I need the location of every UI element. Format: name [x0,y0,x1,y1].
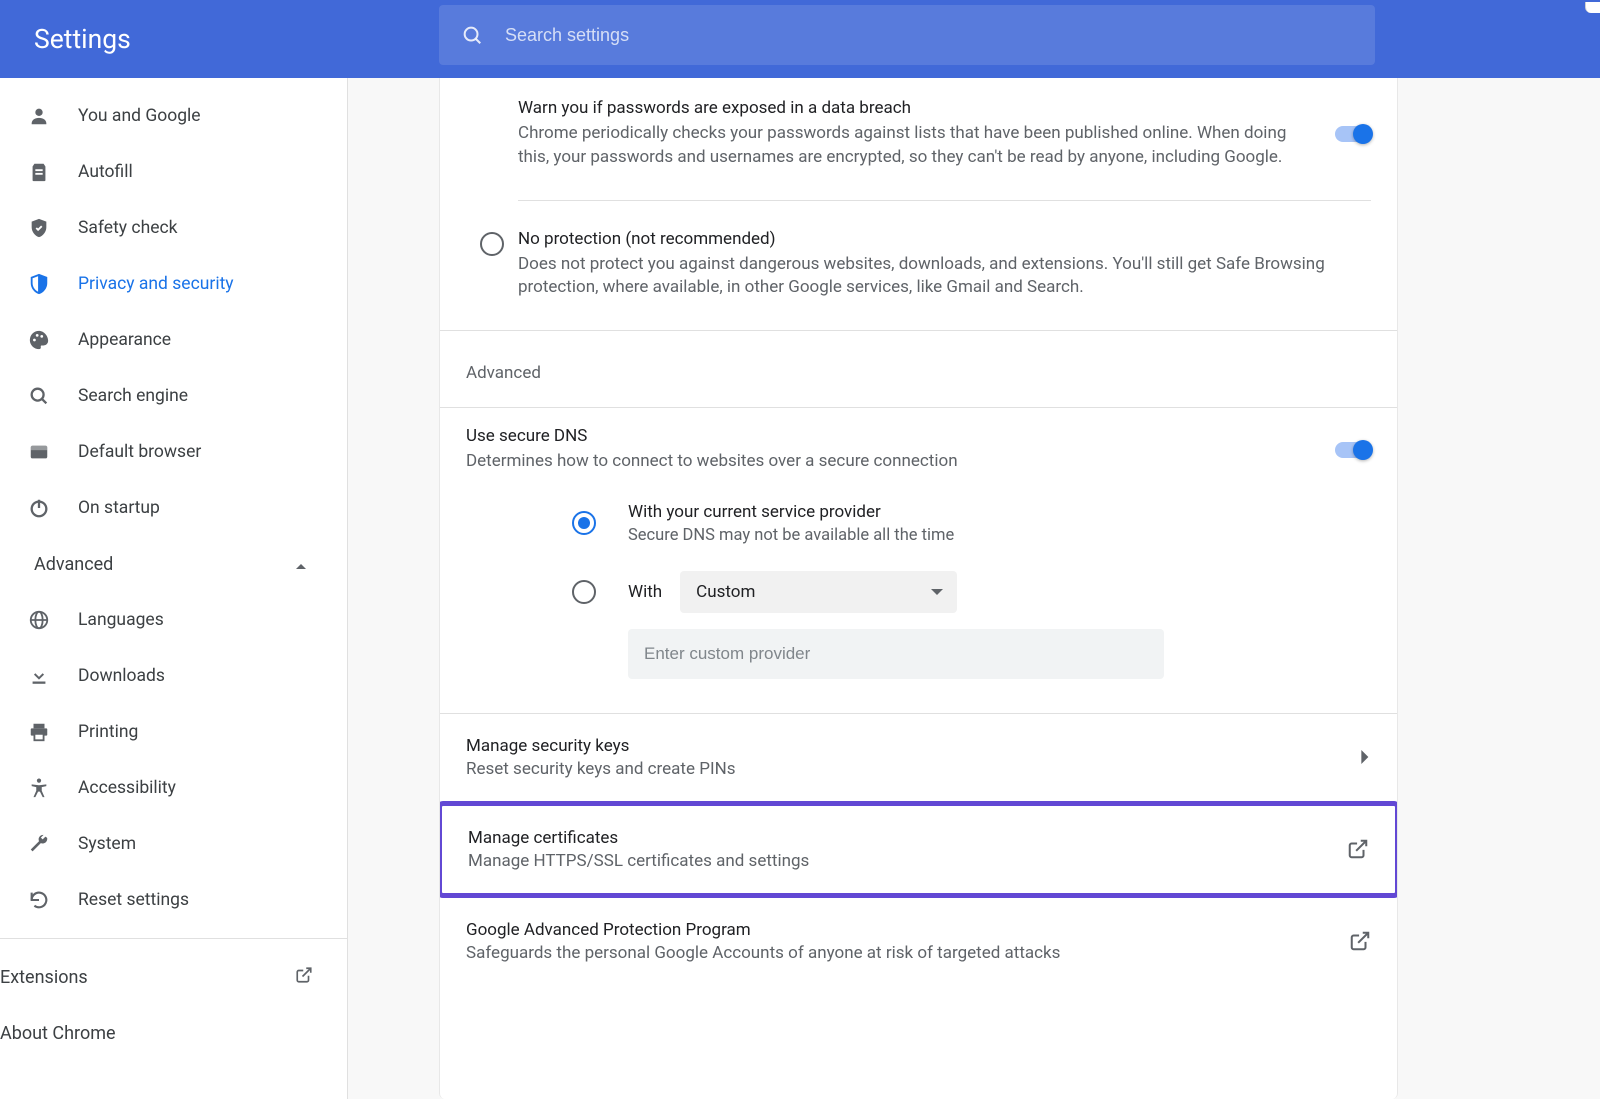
reset-icon [28,889,78,911]
with-label: With [628,582,662,602]
accessibility-icon [28,777,78,799]
search-icon [28,385,78,407]
sidebar-item-default-browser[interactable]: Default browser [0,424,347,480]
sidebar-item-label: About Chrome [0,1023,116,1044]
dns-option-custom[interactable]: With Custom [440,571,1397,613]
sidebar-item-label: System [78,834,136,854]
link-description: Reset security keys and create PINs [466,759,1361,779]
sidebar-item-label: Reset settings [78,890,189,910]
sidebar-item-extensions[interactable]: Extensions [0,949,347,1005]
sidebar-item-printing[interactable]: Printing [0,704,347,760]
setting-description: Determines how to connect to websites ov… [466,450,1311,474]
download-icon [28,665,78,687]
sidebar-item-label: Appearance [78,330,171,350]
search-icon [461,24,483,46]
autofill-icon [28,161,78,183]
radio-custom-provider[interactable] [572,580,596,604]
sidebar-item-downloads[interactable]: Downloads [0,648,347,704]
sidebar-item-privacy-security[interactable]: Privacy and security [0,256,347,312]
link-title: Google Advanced Protection Program [466,920,1349,940]
external-link-icon [295,966,313,988]
content-area: Warn you if passwords are exposed in a d… [348,78,1600,1099]
sidebar-item-label: Safety check [78,218,178,238]
custom-provider-input[interactable] [628,629,1164,679]
sidebar-item-label: On startup [78,498,160,518]
power-icon [28,497,78,519]
person-icon [28,105,78,127]
dns-option-current-provider[interactable]: With your current service provider Secur… [440,502,1397,545]
divider [0,938,347,939]
link-manage-security-keys[interactable]: Manage security keys Reset security keys… [440,713,1397,801]
wrench-icon [28,833,78,855]
chevron-right-icon [1361,750,1371,764]
link-description: Safeguards the personal Google Accounts … [466,943,1349,963]
select-value: Custom [696,582,755,602]
chevron-down-icon [931,589,943,595]
setting-secure-dns: Use secure DNS Determines how to connect… [440,408,1397,474]
sidebar: You and Google Autofill Safety check Pri… [0,78,348,1099]
printer-icon [28,721,78,743]
sidebar-item-search-engine[interactable]: Search engine [0,368,347,424]
custom-provider-input-wrap [440,629,1397,679]
sidebar-item-label: Downloads [78,666,165,686]
link-advanced-protection[interactable]: Google Advanced Protection Program Safeg… [440,898,1397,985]
browser-icon [28,441,78,463]
sidebar-item-label: Printing [78,722,138,742]
option-description: Does not protect you against dangerous w… [518,253,1371,301]
palette-icon [28,329,78,351]
sidebar-item-label: Autofill [78,162,133,182]
link-manage-certificates[interactable]: Manage certificates Manage HTTPS/SSL cer… [442,806,1395,893]
sidebar-item-autofill[interactable]: Autofill [0,144,347,200]
page-title: Settings [34,24,439,55]
shield-icon [28,273,78,295]
link-description: Manage HTTPS/SSL certificates and settin… [468,851,1347,871]
sidebar-item-label: Accessibility [78,778,176,798]
sidebar-item-about-chrome[interactable]: About Chrome [0,1005,347,1061]
sidebar-item-label: Default browser [78,442,201,462]
chevron-up-icon [295,555,307,574]
option-title: With your current service provider [628,502,1371,522]
breach-warning-toggle[interactable] [1335,124,1371,144]
link-title: Manage security keys [466,736,1361,756]
highlight-manage-certificates: Manage certificates Manage HTTPS/SSL cer… [439,801,1398,898]
sidebar-item-on-startup[interactable]: On startup [0,480,347,536]
option-description: Secure DNS may not be available all the … [628,526,1371,545]
globe-icon [28,609,78,631]
external-link-icon [1347,838,1369,860]
setting-title: Warn you if passwords are exposed in a d… [518,98,1311,118]
sidebar-item-languages[interactable]: Languages [0,592,347,648]
radio-no-protection[interactable] [480,232,504,256]
sidebar-item-you-and-google[interactable]: You and Google [0,88,347,144]
search-container[interactable] [439,5,1375,65]
safety-check-icon [28,217,78,239]
sidebar-item-accessibility[interactable]: Accessibility [0,760,347,816]
dns-provider-select[interactable]: Custom [680,571,957,613]
option-title: No protection (not recommended) [518,229,1371,249]
sidebar-item-label: Search engine [78,386,188,406]
radio-current-provider[interactable] [572,511,596,535]
external-link-icon [1349,930,1371,952]
setting-title: Use secure DNS [466,426,1311,446]
sidebar-item-safety-check[interactable]: Safety check [0,200,347,256]
sidebar-advanced-label: Advanced [34,554,113,575]
sidebar-item-label: Privacy and security [78,274,234,294]
sidebar-item-label: Extensions [0,967,88,988]
app-header: Settings [0,0,1600,78]
sidebar-item-appearance[interactable]: Appearance [0,312,347,368]
settings-panel: Warn you if passwords are exposed in a d… [439,78,1398,1099]
scrollbar[interactable] [1585,2,1600,13]
sidebar-item-label: You and Google [78,106,201,126]
secure-dns-toggle[interactable] [1335,440,1371,460]
search-input[interactable] [483,25,1375,46]
option-no-protection[interactable]: No protection (not recommended) Does not… [440,201,1397,331]
sidebar-item-reset-settings[interactable]: Reset settings [0,872,347,928]
setting-breach-warning: Warn you if passwords are exposed in a d… [440,78,1397,170]
section-heading-advanced: Advanced [440,331,1397,407]
sidebar-advanced-toggle[interactable]: Advanced [0,536,347,592]
sidebar-item-label: Languages [78,610,164,630]
link-title: Manage certificates [468,828,1347,848]
sidebar-item-system[interactable]: System [0,816,347,872]
setting-description: Chrome periodically checks your password… [518,122,1311,170]
